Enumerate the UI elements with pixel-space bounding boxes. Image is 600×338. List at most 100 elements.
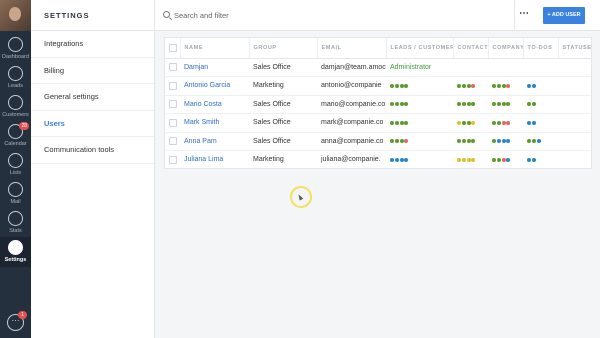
user-email: damjan@team.amoc: [317, 58, 386, 77]
column-header-group[interactable]: GROUP: [249, 38, 318, 59]
rail-item-customers[interactable]: Customers: [0, 92, 31, 122]
status-dot: [457, 157, 461, 162]
chat-badge: 1: [18, 311, 27, 319]
status-dot: [471, 120, 476, 125]
table-row[interactable]: Mark Smith Sales Office mark@companie.co: [165, 113, 591, 133]
row-checkbox[interactable]: [169, 100, 177, 109]
status-dot: [404, 139, 409, 144]
status-dot: [461, 83, 466, 88]
column-header-name[interactable]: NAME: [180, 38, 250, 59]
user-name-link[interactable]: Damjan: [180, 58, 249, 77]
rail-item-calendar[interactable]: Calendar 28: [0, 121, 31, 151]
status-dot: [471, 102, 476, 107]
column-header-contact[interactable]: CONTACT: [453, 38, 489, 59]
status-dot: [390, 83, 394, 88]
company-rights: [488, 76, 523, 96]
contact-rights: [453, 76, 488, 96]
status-dot: [399, 157, 404, 162]
row-checkbox[interactable]: [169, 155, 177, 164]
rail-item-label: Dashboard: [2, 54, 29, 60]
row-checkbox[interactable]: [169, 137, 177, 146]
company-rights: [488, 58, 523, 77]
table-row[interactable]: Antonio Garcia Marketing antonio@companie: [165, 76, 591, 96]
search-input[interactable]: [174, 9, 474, 22]
status-dot: [527, 157, 531, 162]
table-row[interactable]: Anna Pam Sales Office anna@companie.co: [165, 132, 591, 151]
settings-nav-general-settings[interactable]: General settings: [31, 84, 154, 111]
status-dot: [394, 120, 399, 125]
user-name-link[interactable]: Antonio Garcia: [180, 76, 249, 96]
settings-nav-billing[interactable]: Billing: [31, 58, 154, 84]
status-dot: [394, 157, 399, 162]
status-dot: [531, 120, 536, 125]
settings-nav-integrations[interactable]: Integrations: [31, 31, 154, 58]
user-name-link[interactable]: Mario Costa: [180, 95, 249, 114]
todo-rights: [523, 76, 558, 96]
user-name-link[interactable]: Anna Pam: [180, 132, 249, 151]
status-dot: [531, 157, 536, 162]
table-row[interactable]: Damjan Sales Office damjan@team.amoc Admini…: [165, 58, 591, 77]
row-select-cell: [165, 95, 180, 114]
contact-rights: [453, 113, 488, 133]
user-group: Sales Office: [249, 113, 317, 133]
user-email: mark@companie.co: [317, 113, 386, 133]
top-bar: ⋯ + ADD USER: [155, 0, 600, 31]
user-email: mario@companie.co: [317, 95, 386, 114]
row-select-cell: [165, 58, 180, 77]
contact-rights: [453, 132, 488, 151]
leads-rights: [386, 113, 453, 133]
table-row[interactable]: Mario Costa Sales Office mario@companie.co: [165, 95, 591, 114]
settings-nav-communication-tools[interactable]: Communication tools: [31, 137, 154, 164]
select-all-checkbox[interactable]: [169, 43, 177, 52]
rail-item-label: Calendar: [4, 141, 27, 147]
column-header-leads-customer[interactable]: LEADS / CUSTOMER: [386, 38, 454, 59]
leads-rights: [386, 150, 453, 168]
rail-item-dashboard[interactable]: Dashboard: [0, 34, 31, 64]
table-header-row: NAME GROUP EMAIL LEADS / CUSTOMER CONTACT COM…: [165, 38, 591, 59]
user-name-link[interactable]: Mark Smith: [180, 113, 249, 133]
leads-rights: [386, 76, 453, 96]
row-checkbox[interactable]: [169, 118, 177, 127]
rail-item-label: Leads: [8, 83, 23, 89]
chat-button[interactable]: ⋯ 1: [7, 311, 27, 331]
status-dot: [492, 102, 496, 107]
rail-item-stats[interactable]: Stats: [0, 208, 31, 238]
user-name-link[interactable]: Juliana Lima: [180, 150, 249, 168]
column-header-statuses[interactable]: STATUSES: [558, 38, 591, 59]
rail-item-mail[interactable]: Mail: [0, 179, 31, 209]
user-group: Sales Office: [249, 58, 317, 77]
dashboard-icon: [8, 37, 23, 52]
status-dot: [404, 83, 409, 88]
status-dot: [461, 102, 466, 107]
status-rights: [558, 150, 591, 168]
status-dot: [471, 83, 476, 88]
rail-item-settings[interactable]: Settings: [0, 237, 31, 267]
stats-icon: [8, 211, 23, 226]
row-checkbox[interactable]: [169, 63, 177, 72]
settings-nav-users[interactable]: Users: [31, 111, 154, 137]
more-options-button[interactable]: ⋯: [514, 0, 533, 31]
column-header-company[interactable]: COMPANY: [488, 38, 524, 59]
status-dot: [466, 139, 471, 144]
column-header-to-dos[interactable]: TO-DOS: [523, 38, 559, 59]
users-table: NAME GROUP EMAIL LEADS / CUSTOMER CONTACT COM…: [164, 37, 592, 169]
rail-item-label: Mail: [10, 199, 21, 205]
rail-item-leads[interactable]: Leads: [0, 63, 31, 93]
avatar[interactable]: [0, 0, 31, 31]
row-checkbox[interactable]: [169, 81, 177, 90]
status-rights: [558, 76, 591, 96]
status-dot: [461, 139, 466, 144]
status-dot: [506, 157, 511, 162]
status-dot: [501, 83, 506, 88]
add-user-button[interactable]: + ADD USER: [543, 7, 585, 24]
user-role: Administrator: [386, 58, 453, 77]
column-header-email[interactable]: EMAIL: [317, 38, 387, 59]
search-icon[interactable]: [163, 11, 170, 18]
contact-rights: [453, 58, 488, 77]
table-row[interactable]: Juliana Lima Marketing juliana@companie.: [165, 150, 591, 168]
status-dot: [394, 139, 399, 144]
rail-item-lists[interactable]: Lists: [0, 150, 31, 180]
status-dot: [506, 83, 511, 88]
mail-icon: [8, 182, 23, 197]
status-dot: [531, 102, 536, 107]
